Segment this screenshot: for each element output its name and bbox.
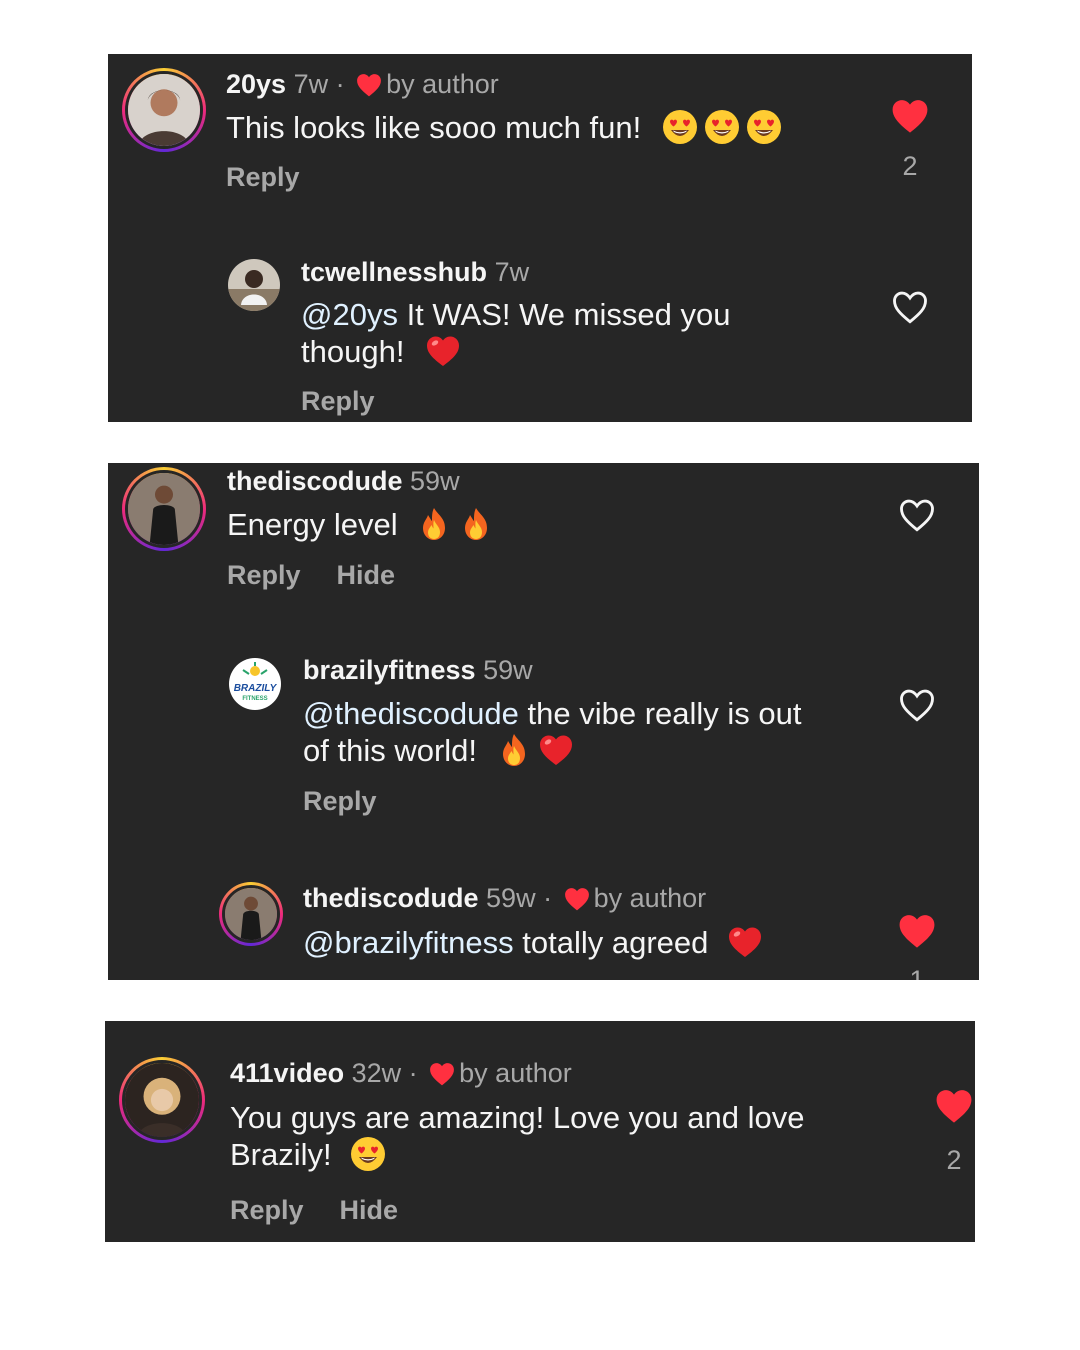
username[interactable]: brazilyfitness (303, 655, 476, 685)
username[interactable]: thediscodude (303, 883, 479, 913)
comment-body-line1: You guys are amazing! Love you and love (230, 1100, 805, 1135)
timestamp: 7w (494, 257, 530, 287)
comment-header: 20ys 7w · by author (226, 68, 499, 100)
heart-filled-icon (935, 1088, 973, 1124)
separator: · (408, 1058, 418, 1088)
comment-text: You guys are amazing! Love you and love … (230, 1100, 910, 1173)
profile-photo-icon (225, 888, 277, 940)
timestamp: 59w (410, 466, 460, 496)
fire-emoji-icon (496, 732, 532, 768)
reply-text: @20ys It WAS! We missed you though! (301, 297, 861, 370)
author-like-heart-icon (356, 73, 382, 97)
reply-header: tcwellnesshub 7w (301, 256, 529, 288)
avatar[interactable] (122, 467, 206, 551)
timestamp: 7w (293, 69, 329, 99)
like-button[interactable] (898, 913, 936, 949)
fire-emoji-icon (416, 506, 452, 542)
profile-photo-icon (128, 74, 200, 146)
avatar[interactable] (219, 882, 283, 946)
timestamp: 32w (351, 1058, 402, 1088)
reply-body: totally agreed (513, 925, 709, 960)
heart-eyes-emoji-icon (704, 109, 740, 145)
like-button[interactable] (898, 687, 936, 723)
profile-photo-icon (128, 473, 200, 545)
reply-body-line2: though! (301, 334, 405, 369)
reply-actions: Reply (303, 786, 413, 817)
username[interactable]: 411video (230, 1058, 344, 1088)
comment-text: Energy level (227, 506, 827, 543)
profile-photo-icon (125, 1063, 199, 1137)
heart-outline-icon (891, 289, 929, 325)
like-count: 2 (946, 1145, 962, 1175)
separator: · (335, 69, 345, 99)
reply-body-line1: the vibe really is out (518, 696, 802, 731)
reply-button[interactable]: Reply (227, 560, 301, 590)
mention-link[interactable]: @thediscodude (303, 696, 519, 731)
comment-actions: Reply (226, 162, 336, 193)
reply-body-line2: of this world! (303, 733, 478, 768)
comment-card-1: 20ys 7w · by author This looks like sooo… (108, 54, 972, 422)
author-like-heart-icon (564, 887, 590, 911)
like-button[interactable] (891, 98, 929, 134)
reply-actions: Reply (301, 386, 411, 417)
like-button[interactable] (891, 289, 929, 325)
avatar[interactable] (228, 259, 280, 311)
reply-body-line1: It WAS! We missed you (397, 297, 731, 332)
heart-filled-icon (898, 913, 936, 949)
like-count: 2 (902, 151, 918, 181)
author-like-heart-icon (429, 1062, 455, 1086)
liked-by-author-label: by author (593, 883, 707, 913)
comment-actions: Reply Hide (230, 1195, 434, 1226)
hide-button[interactable]: Hide (337, 560, 396, 590)
reply-text: @brazilyfitness totally agreed (303, 924, 903, 961)
heart-outline-icon (898, 687, 936, 723)
comment-header: 411video 32w · by author (230, 1057, 572, 1089)
svg-text:FITNESS: FITNESS (242, 696, 267, 702)
liked-by-author-label: by author (386, 69, 499, 99)
like-button[interactable] (898, 497, 936, 533)
hide-button[interactable]: Hide (340, 1195, 399, 1225)
avatar[interactable]: BRAZILY FITNESS (229, 658, 281, 710)
timestamp: 59w (486, 883, 536, 913)
heart-outline-icon (898, 497, 936, 533)
username[interactable]: 20ys (226, 69, 286, 99)
mention-link[interactable]: @brazilyfitness (303, 925, 514, 960)
reply-button[interactable]: Reply (303, 786, 377, 816)
heart-eyes-emoji-icon (746, 109, 782, 145)
red-heart-emoji-icon (727, 924, 763, 960)
reply-header: brazilyfitness 59w (303, 654, 533, 686)
red-heart-emoji-icon (425, 333, 461, 369)
liked-by-author-label: by author (459, 1058, 572, 1088)
heart-filled-icon (891, 98, 929, 134)
reply-button[interactable]: Reply (301, 386, 375, 416)
separator: · (543, 883, 553, 913)
like-button[interactable] (935, 1088, 973, 1124)
username[interactable]: tcwellnesshub (301, 257, 487, 287)
timestamp: 59w (483, 655, 533, 685)
avatar[interactable] (122, 68, 206, 152)
reply-text: @thediscodude the vibe really is out of … (303, 696, 883, 769)
reply-header: thediscodude 59w · by author (303, 882, 706, 914)
mention-link[interactable]: @20ys (301, 297, 398, 332)
heart-eyes-emoji-icon (662, 109, 698, 145)
brazily-fitness-logo-icon: BRAZILY FITNESS (229, 658, 281, 710)
comment-body: Energy level (227, 507, 398, 542)
avatar[interactable] (119, 1057, 205, 1143)
profile-photo-icon (228, 259, 280, 311)
heart-eyes-emoji-icon (350, 1136, 386, 1172)
like-count: 1 (909, 965, 925, 980)
comment-text: This looks like sooo much fun! (226, 109, 866, 146)
comment-body: This looks like sooo much fun! (226, 110, 642, 145)
svg-text:BRAZILY: BRAZILY (234, 683, 278, 694)
comment-card-3: 411video 32w · by author You guys are am… (105, 1021, 975, 1242)
comment-body-line2: Brazily! (230, 1137, 332, 1172)
comment-header: thediscodude 59w (227, 465, 460, 497)
reply-button[interactable]: Reply (226, 162, 300, 192)
comment-actions: Reply Hide (227, 560, 431, 591)
red-heart-emoji-icon (538, 732, 574, 768)
fire-emoji-icon (458, 506, 494, 542)
reply-button[interactable]: Reply (230, 1195, 304, 1225)
username[interactable]: thediscodude (227, 466, 403, 496)
comment-card-2: thediscodude 59w Energy level Reply Hide … (108, 463, 979, 980)
